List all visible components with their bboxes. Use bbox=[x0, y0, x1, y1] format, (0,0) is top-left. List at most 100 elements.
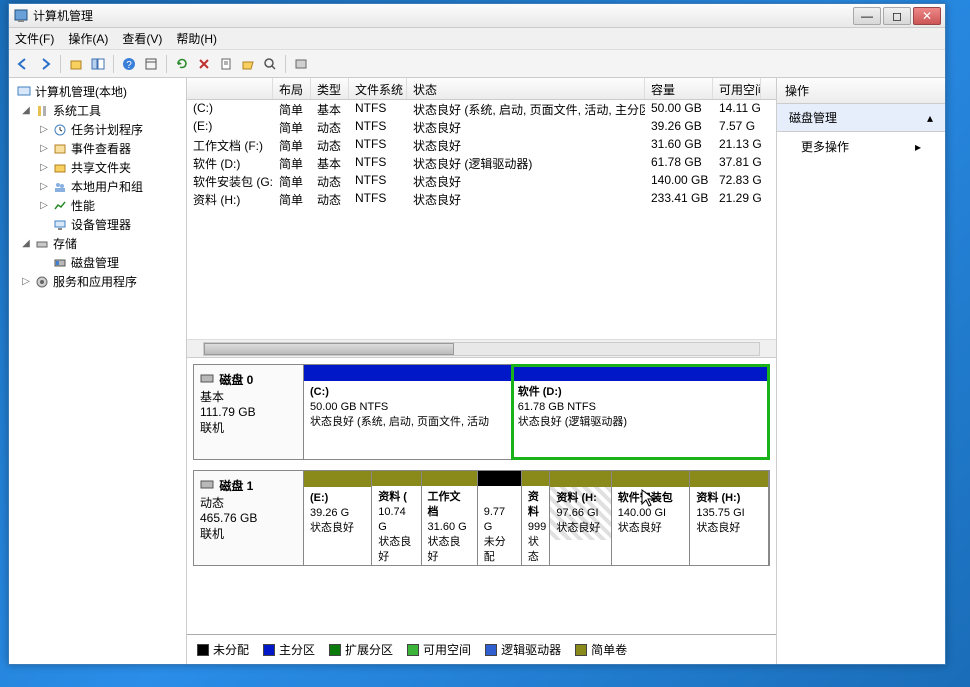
volume-row[interactable]: 工作文档 (F:)简单动态NTFS状态良好31.60 GB21.13 G bbox=[187, 136, 776, 154]
help-button[interactable]: ? bbox=[119, 54, 139, 74]
disk-title: 磁盘 1 bbox=[219, 479, 253, 493]
disk-icon bbox=[200, 479, 216, 494]
actions-panel: 操作 磁盘管理 ▴ 更多操作 ▸ bbox=[777, 78, 945, 664]
tree-label: 本地用户和组 bbox=[71, 178, 143, 195]
open-button[interactable] bbox=[238, 54, 258, 74]
action-label: 磁盘管理 bbox=[789, 109, 837, 126]
view-button[interactable] bbox=[141, 54, 161, 74]
legend-primary: 主分区 bbox=[263, 641, 315, 658]
expand-icon[interactable]: ▷ bbox=[39, 200, 49, 211]
expand-icon[interactable]: ▷ bbox=[39, 124, 49, 135]
legend: 未分配 主分区 扩展分区 可用空间 逻辑驱动器 简单卷 bbox=[187, 634, 776, 664]
legend-free: 可用空间 bbox=[407, 641, 471, 658]
expand-icon[interactable]: ▷ bbox=[39, 181, 49, 192]
collapse-icon[interactable]: ◢ bbox=[21, 238, 31, 249]
tree-panel: 计算机管理(本地) ◢ 系统工具 ▷任务计划程序 ▷ 事件查看器 ▷ 共享文件夹 ▷ 本… bbox=[9, 78, 187, 664]
tools-icon bbox=[34, 103, 50, 119]
col-layout[interactable]: 布局 bbox=[273, 78, 311, 99]
up-button[interactable] bbox=[66, 54, 86, 74]
partition-c[interactable]: (C:)50.00 GB NTFS状态良好 (系统, 启动, 页面文件, 活动 bbox=[304, 365, 512, 459]
volume-row[interactable]: 软件 (D:)简单基本NTFS状态良好 (逻辑驱动器)61.78 GB37.81… bbox=[187, 154, 776, 172]
partition-workdoc[interactable]: 工作文档31.60 G状态良好 bbox=[422, 471, 478, 565]
col-type[interactable]: 类型 bbox=[311, 78, 349, 99]
refresh-button[interactable] bbox=[172, 54, 192, 74]
horizontal-scrollbar[interactable] bbox=[187, 339, 776, 357]
window-title: 计算机管理 bbox=[33, 7, 853, 24]
tree-event-viewer[interactable]: ▷ 事件查看器 bbox=[11, 139, 184, 158]
action-diskmgmt[interactable]: 磁盘管理 ▴ bbox=[777, 104, 945, 132]
volume-row[interactable]: 资料 (H:)简单动态NTFS状态良好233.41 GB21.29 G bbox=[187, 190, 776, 208]
forward-button[interactable] bbox=[35, 54, 55, 74]
menu-view[interactable]: 查看(V) bbox=[122, 30, 162, 47]
partition-h1[interactable]: 资料 (H:97.66 GI状态良好 bbox=[550, 471, 611, 565]
tree-label: 事件查看器 bbox=[71, 140, 131, 157]
volume-row[interactable]: 软件安装包 (G:)简单动态NTFS状态良好140.00 GB72.83 G bbox=[187, 172, 776, 190]
tree-root[interactable]: 计算机管理(本地) bbox=[11, 82, 184, 101]
properties-button[interactable] bbox=[216, 54, 236, 74]
chevron-right-icon: ▸ bbox=[915, 140, 921, 154]
titlebar[interactable]: 计算机管理 — ◻ ✕ bbox=[9, 4, 945, 28]
partition-g[interactable]: 软件安装包140.00 GI状态良好 bbox=[612, 471, 691, 565]
tree-label: 磁盘管理 bbox=[71, 254, 119, 271]
partition-h2[interactable]: 资料 (H:)135.75 GI状态良好 bbox=[690, 471, 769, 565]
tree-task-scheduler[interactable]: ▷任务计划程序 bbox=[11, 120, 184, 139]
tree-performance[interactable]: ▷性能 bbox=[11, 196, 184, 215]
menu-action[interactable]: 操作(A) bbox=[68, 30, 108, 47]
part-name: 软件 (D:) bbox=[518, 386, 562, 398]
action-label: 更多操作 bbox=[801, 138, 849, 155]
tree-label: 共享文件夹 bbox=[71, 159, 131, 176]
tree-local-users[interactable]: ▷ 本地用户和组 bbox=[11, 177, 184, 196]
col-volume[interactable] bbox=[187, 78, 273, 99]
tree-system-tools[interactable]: ◢ 系统工具 bbox=[11, 101, 184, 120]
disk-0-row: 磁盘 0 基本 111.79 GB 联机 (C:)50.00 GB NTFS状态… bbox=[193, 364, 770, 460]
disk-icon bbox=[200, 373, 216, 388]
legend-simple: 简单卷 bbox=[575, 641, 627, 658]
actions-header: 操作 bbox=[777, 78, 945, 104]
tree-shared-folders[interactable]: ▷ 共享文件夹 bbox=[11, 158, 184, 177]
tree-disk-management[interactable]: 磁盘管理 bbox=[11, 253, 184, 272]
volume-list: 布局 类型 文件系统 状态 容量 可用空间 (C:)简单基本NTFS状态良好 (… bbox=[187, 78, 776, 358]
collapse-icon: ▴ bbox=[927, 111, 933, 125]
legend-extended: 扩展分区 bbox=[329, 641, 393, 658]
tree-label: 系统工具 bbox=[53, 102, 101, 119]
settings-button[interactable] bbox=[291, 54, 311, 74]
col-status[interactable]: 状态 bbox=[407, 78, 645, 99]
partition-small[interactable]: 资料999状态 bbox=[522, 471, 551, 565]
action-more[interactable]: 更多操作 ▸ bbox=[777, 132, 945, 161]
col-capacity[interactable]: 容量 bbox=[645, 78, 713, 99]
menu-file[interactable]: 文件(F) bbox=[15, 30, 54, 47]
col-free[interactable]: 可用空间 bbox=[713, 78, 761, 99]
part-status: 状态良好 (逻辑驱动器) bbox=[518, 416, 627, 428]
partition-data1[interactable]: 资料 (10.74 G状态良好 bbox=[372, 471, 421, 565]
disk-0-header[interactable]: 磁盘 0 基本 111.79 GB 联机 bbox=[194, 365, 304, 459]
tree-label: 服务和应用程序 bbox=[53, 273, 137, 290]
perf-icon bbox=[52, 198, 68, 214]
expand-icon[interactable]: ▷ bbox=[21, 276, 31, 287]
maximize-button[interactable]: ◻ bbox=[883, 7, 911, 25]
search-button[interactable] bbox=[260, 54, 280, 74]
legend-unallocated: 未分配 bbox=[197, 641, 249, 658]
partition-d-selected[interactable]: 软件 (D:) 61.78 GB NTFS 状态良好 (逻辑驱动器) bbox=[512, 365, 769, 459]
delete-button[interactable] bbox=[194, 54, 214, 74]
tree-storage[interactable]: ◢存储 bbox=[11, 234, 184, 253]
partition-unallocated[interactable]: 9.77 G未分配 bbox=[478, 471, 522, 565]
back-button[interactable] bbox=[13, 54, 33, 74]
event-icon bbox=[52, 141, 68, 157]
part-size: 61.78 GB NTFS bbox=[518, 401, 596, 413]
partition-e[interactable]: (E:)39.26 G状态良好 bbox=[304, 471, 372, 565]
disk-size: 111.79 GB bbox=[200, 405, 256, 419]
minimize-button[interactable]: — bbox=[853, 7, 881, 25]
expand-icon[interactable]: ▷ bbox=[39, 162, 49, 173]
volume-row[interactable]: (E:)简单动态NTFS状态良好39.26 GB7.57 G bbox=[187, 118, 776, 136]
disk-1-header[interactable]: 磁盘 1 动态 465.76 GB 联机 bbox=[194, 471, 304, 565]
close-button[interactable]: ✕ bbox=[913, 7, 941, 25]
volume-row[interactable]: (C:)简单基本NTFS状态良好 (系统, 启动, 页面文件, 活动, 主分区)… bbox=[187, 100, 776, 118]
collapse-icon[interactable]: ◢ bbox=[21, 105, 31, 116]
tree-device-manager[interactable]: 设备管理器 bbox=[11, 215, 184, 234]
disk-icon bbox=[52, 255, 68, 271]
show-hide-button[interactable] bbox=[88, 54, 108, 74]
expand-icon[interactable]: ▷ bbox=[39, 143, 49, 154]
col-fs[interactable]: 文件系统 bbox=[349, 78, 407, 99]
menu-help[interactable]: 帮助(H) bbox=[176, 30, 217, 47]
tree-services[interactable]: ▷ 服务和应用程序 bbox=[11, 272, 184, 291]
